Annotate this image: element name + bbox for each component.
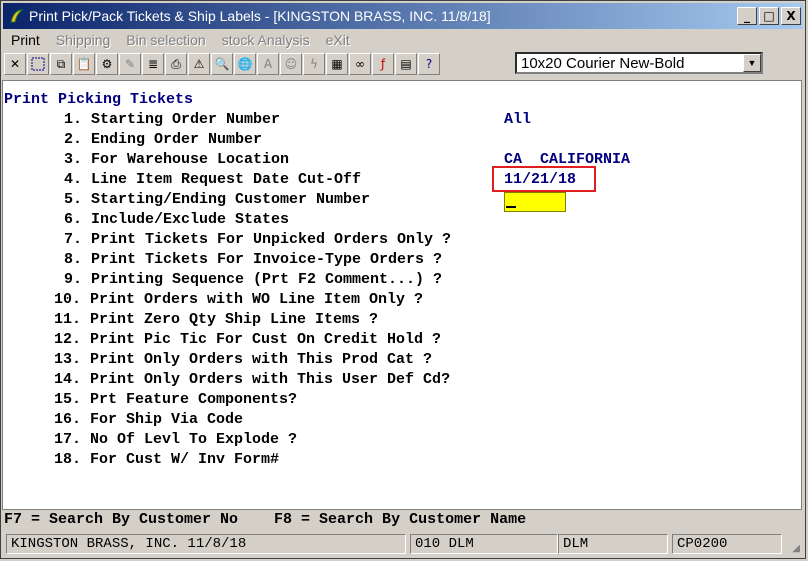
title-bar[interactable]: Print Pick/Pack Tickets & Ship Labels - … [3, 3, 803, 29]
font-selector[interactable]: 10x20 Courier New-Bold ▼ [515, 52, 763, 74]
minimize-button[interactable]: _ [737, 7, 757, 25]
function-icon[interactable]: ƒ [372, 53, 394, 75]
option-3: 3. For Warehouse Location [64, 151, 290, 168]
option-8: 8. Print Tickets For Invoice-Type Orders… [64, 251, 443, 268]
status-bar: KINGSTON BRASS, INC. 11/8/18 010 DLM DLM… [2, 532, 802, 556]
status-user-code: 010 DLM [410, 534, 558, 554]
option-11: 11. Print Zero Qty Ship Line Items ? [54, 311, 379, 328]
menu-stock-analysis[interactable]: stock Analysis [214, 32, 318, 48]
option-5: 5. Starting/Ending Customer Number [64, 191, 371, 208]
help-icon[interactable]: ? [418, 53, 440, 75]
option-15: 15. Prt Feature Components? [54, 391, 298, 408]
option-1: 1. Starting Order Number [64, 111, 281, 128]
option-10: 10. Print Orders with WO Line Item Only … [54, 291, 424, 308]
option-17: 17. No Of Levl To Explode ? [54, 431, 298, 448]
cancel-icon[interactable]: ✕ [4, 53, 26, 75]
highlight-annotation [492, 166, 596, 192]
option-4: 4. Line Item Request Date Cut-Off [64, 171, 362, 188]
warning-icon[interactable]: ⚠ [188, 53, 210, 75]
menu-print[interactable]: Print [3, 32, 48, 48]
option-6: 6. Include/Exclude States [64, 211, 290, 228]
close-button[interactable]: X [781, 7, 801, 25]
person-icon[interactable]: ☺ [280, 53, 302, 75]
font-selector-value: 10x20 Courier New-Bold [521, 54, 685, 72]
printer-icon[interactable]: ⎙ [165, 53, 187, 75]
resize-grip-icon[interactable]: ◢ [792, 543, 800, 554]
window-title: Print Pick/Pack Tickets & Ship Labels - … [29, 8, 491, 24]
text-cursor [506, 206, 516, 208]
font-icon[interactable]: A [257, 53, 279, 75]
lightning-icon[interactable]: ϟ [303, 53, 325, 75]
option-13: 13. Print Only Orders with This Prod Cat… [54, 351, 433, 368]
notes-icon[interactable]: ▤ [395, 53, 417, 75]
link-icon[interactable]: ∞ [349, 53, 371, 75]
edit-icon[interactable]: ✎ [119, 53, 141, 75]
menu-bar: Print Shipping Bin selection stock Analy… [3, 30, 358, 50]
app-logo-icon [7, 7, 25, 25]
gear-icon[interactable]: ⚙ [96, 53, 118, 75]
function-key-hint: F7 = Search By Customer No F8 = Search B… [4, 511, 527, 528]
screen-heading: Print Picking Tickets [4, 91, 194, 108]
document-icon[interactable]: ≣ [142, 53, 164, 75]
option-16: 16. For Ship Via Code [54, 411, 244, 428]
menu-shipping[interactable]: Shipping [48, 32, 119, 48]
option-9: 9. Printing Sequence (Prt F2 Comment...)… [64, 271, 443, 288]
option-7: 7. Print Tickets For Unpicked Orders Onl… [64, 231, 452, 248]
option-18: 18. For Cust W/ Inv Form# [54, 451, 280, 468]
search-icon[interactable]: 🔍 [211, 53, 233, 75]
chevron-down-icon[interactable]: ▼ [743, 54, 761, 72]
maximize-button[interactable]: □ [759, 7, 779, 25]
option-14: 14. Print Only Orders with This User Def… [54, 371, 451, 388]
option-12: 12. Print Pic Tic For Cust On Credit Hol… [54, 331, 442, 348]
select-icon[interactable] [27, 53, 49, 75]
copy-icon[interactable]: ⧉ [50, 53, 72, 75]
calculator-icon[interactable]: ▦ [326, 53, 348, 75]
menu-bin-selection[interactable]: Bin selection [118, 32, 213, 48]
menu-exit[interactable]: eXit [318, 32, 358, 48]
status-user: DLM [558, 534, 668, 554]
globe-icon[interactable]: 🌐 [234, 53, 256, 75]
status-program: CP0200 [672, 534, 782, 554]
option-2: 2. Ending Order Number [64, 131, 263, 148]
customer-number-input[interactable] [504, 192, 566, 212]
paste-icon[interactable]: 📋 [73, 53, 95, 75]
status-company: KINGSTON BRASS, INC. 11/8/18 [6, 534, 406, 554]
starting-order-value[interactable]: All [504, 110, 531, 130]
